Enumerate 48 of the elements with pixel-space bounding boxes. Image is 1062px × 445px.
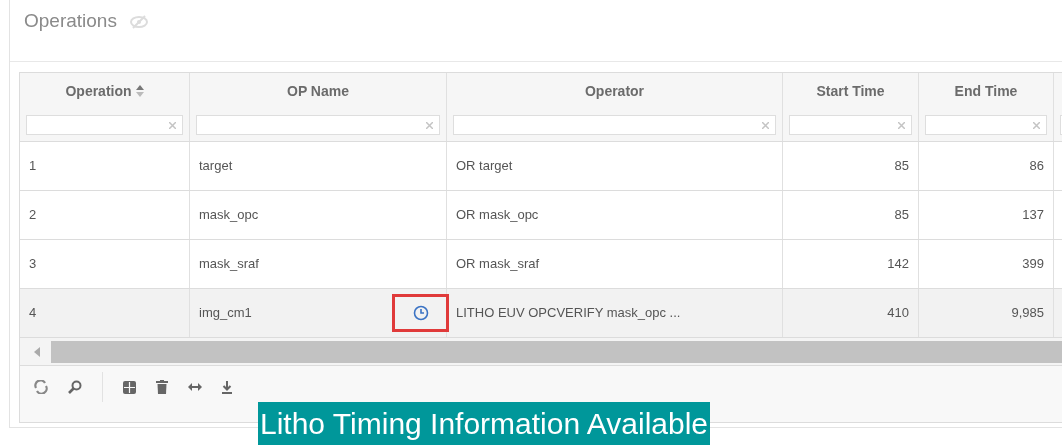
column-header[interactable]: Operator (584, 80, 645, 102)
hidden-eye-icon[interactable] (128, 14, 149, 29)
column-header[interactable]: Start Time (816, 80, 885, 102)
filter-field[interactable] (789, 115, 912, 135)
download-icon[interactable] (222, 380, 232, 394)
table-cell-text: 137 (1022, 206, 1044, 225)
column-header[interactable]: End Time (954, 80, 1018, 102)
table-cell-text: OR mask_opc (456, 206, 539, 225)
panel-title: Operations (24, 9, 117, 34)
column-header[interactable]: Operation (65, 80, 132, 102)
clear-icon[interactable] (169, 121, 176, 129)
column-header[interactable]: OP Name (287, 80, 349, 102)
trash-icon[interactable] (156, 380, 168, 394)
table-cell-text: 410 (887, 304, 909, 323)
sort-icon[interactable] (135, 85, 144, 97)
caption-banner: Litho Timing Information Available (258, 402, 711, 445)
table-cell-text: 142 (887, 255, 909, 274)
table-cell-text: target (199, 157, 233, 176)
filter-field[interactable] (196, 115, 440, 135)
scroll-left-icon[interactable] (34, 346, 40, 357)
filter-field[interactable] (453, 115, 776, 135)
table-cell-text: 85 (894, 206, 909, 225)
table-cell-text: 9,985 (1011, 304, 1044, 323)
table-cell-text: OR target (456, 157, 513, 176)
table-cell-text: OR mask_sraf (456, 255, 540, 274)
clear-icon[interactable] (898, 121, 905, 129)
table-cell-text: mask_opc (199, 206, 259, 225)
table-cell-text: mask_sraf (199, 255, 259, 274)
resize-horizontal-icon[interactable] (188, 383, 202, 391)
table-cell-text: 1 (29, 157, 37, 176)
table-cell-text: LITHO EUV OPCVERIFY mask_opc ... (456, 304, 681, 323)
filter-field[interactable] (26, 115, 183, 135)
clear-icon[interactable] (1033, 121, 1040, 129)
clear-icon[interactable] (762, 121, 769, 129)
table-cell-text: 4 (29, 304, 37, 323)
filter-field[interactable] (925, 115, 1047, 135)
table-cell-text: 86 (1029, 157, 1044, 176)
clock-icon[interactable] (412, 305, 429, 321)
table-cell-text: img_cm1 (199, 304, 252, 323)
refresh-icon[interactable] (34, 380, 48, 394)
table-cell-text: 2 (29, 206, 37, 225)
grid-icon[interactable] (123, 380, 136, 394)
search-icon[interactable] (68, 380, 82, 394)
clear-icon[interactable] (426, 121, 433, 129)
scrollbar-thumb[interactable] (51, 340, 1062, 363)
table-cell-text: 3 (29, 255, 37, 274)
table-cell-text: 399 (1022, 255, 1044, 274)
table-cell-text: 85 (894, 157, 909, 176)
